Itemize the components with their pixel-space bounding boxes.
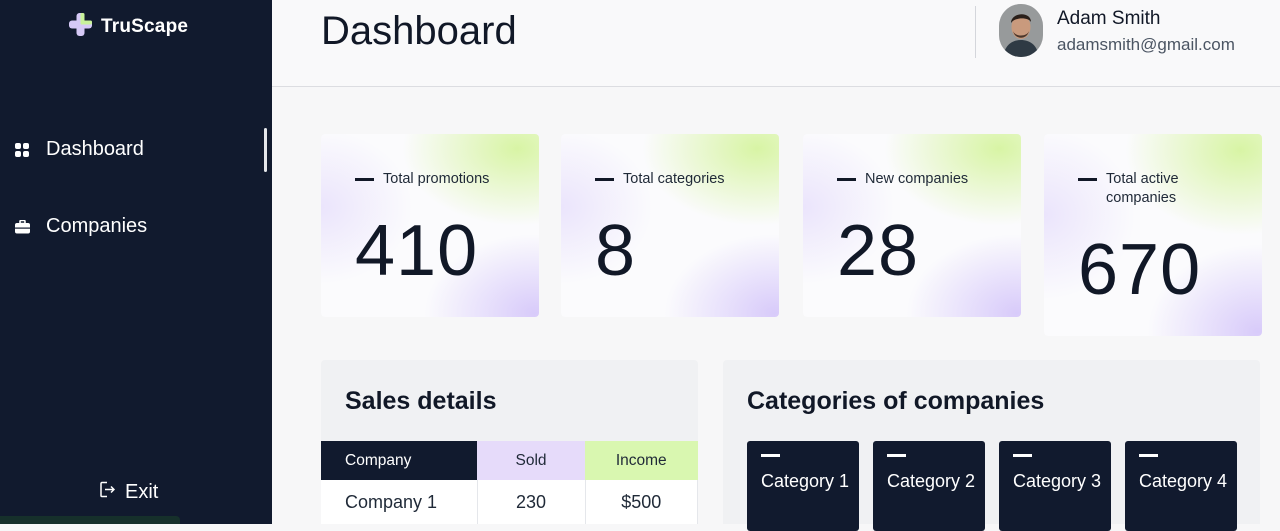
user-email: adamsmith@gmail.com (1057, 35, 1235, 54)
dash-marker (595, 178, 614, 181)
category-card[interactable]: Category 1 (747, 441, 859, 531)
dash-marker (355, 178, 374, 181)
briefcase-icon (14, 219, 30, 235)
active-indicator (264, 128, 267, 172)
grid-icon (14, 142, 30, 158)
app-logo[interactable]: TruScape (68, 12, 188, 42)
category-label: Category 3 (1013, 471, 1102, 491)
dash-marker (1078, 178, 1097, 181)
cell-company: Company 1 (321, 480, 478, 524)
dash-marker (1139, 454, 1158, 457)
logo-icon (68, 12, 93, 42)
dash-marker (887, 454, 906, 457)
category-card[interactable]: Category 4 (1125, 441, 1237, 531)
stat-value: 670 (1078, 230, 1202, 310)
stat-label-text: Total active companies (1106, 171, 1179, 206)
category-label: Category 1 (761, 471, 850, 491)
dash-marker (837, 178, 856, 181)
category-label: Category 4 (1139, 471, 1228, 491)
categories-panel: Categories of companies Category 1 Categ… (723, 360, 1260, 531)
column-header-company[interactable]: Company (321, 441, 477, 480)
panel-title: Sales details (345, 387, 497, 415)
app-name: TruScape (101, 16, 189, 37)
stat-card-total-categories: Total categories 8 (561, 134, 779, 317)
stat-card-new-companies: New companies 28 (803, 134, 1021, 317)
stat-label: Total promotions (355, 170, 489, 189)
stat-card-total-active-companies: Total active companies 670 (1044, 134, 1262, 336)
stat-value: 410 (355, 211, 479, 291)
column-header-income[interactable]: Income (585, 441, 698, 480)
header-divider (975, 6, 976, 58)
panel-title: Categories of companies (747, 387, 1045, 415)
exit-label: Exit (125, 481, 159, 503)
stat-label-text: Total categories (623, 171, 725, 187)
sidebar-item-label: Companies (46, 215, 148, 237)
user-name: Adam Smith (1057, 8, 1161, 29)
category-card[interactable]: Category 3 (999, 441, 1111, 531)
table-row[interactable]: Company 1 230 $500 (321, 480, 698, 524)
category-label: Category 2 (887, 471, 976, 491)
sidebar-item-companies[interactable]: Companies (14, 215, 147, 238)
dash-marker (1013, 454, 1032, 457)
cell-sold: 230 (477, 480, 586, 524)
sidebar: TruScape Dashboard Companies Exit (0, 0, 272, 524)
cell-income: $500 (585, 480, 698, 524)
exit-icon (100, 481, 116, 504)
stat-label: New companies (837, 170, 968, 189)
avatar[interactable] (999, 4, 1043, 57)
stat-label-text: Total promotions (383, 171, 490, 187)
top-bar: Dashboard Adam Smith adamsmith@gmail.com (272, 0, 1280, 87)
stat-value: 28 (837, 211, 920, 291)
sales-details-panel: Sales details Company Sold Income Compan… (321, 360, 698, 524)
stat-value: 8 (595, 211, 637, 291)
sidebar-item-dashboard[interactable]: Dashboard (14, 138, 144, 161)
sidebar-item-label: Dashboard (46, 138, 144, 160)
sales-table: Company Sold Income Company 1 230 $500 (321, 441, 698, 524)
stat-label-text: New companies (865, 171, 969, 187)
sidebar-bottom-strip (0, 516, 180, 524)
stat-label: Total categories (595, 170, 725, 189)
column-header-sold[interactable]: Sold (477, 441, 585, 480)
stat-card-total-promotions: Total promotions 410 (321, 134, 539, 317)
page-title: Dashboard (321, 9, 517, 53)
category-card[interactable]: Category 2 (873, 441, 985, 531)
exit-button[interactable]: Exit (100, 481, 158, 504)
stat-label: Total active companies (1078, 170, 1208, 208)
dash-marker (761, 454, 780, 457)
table-header-row: Company Sold Income (321, 441, 698, 480)
